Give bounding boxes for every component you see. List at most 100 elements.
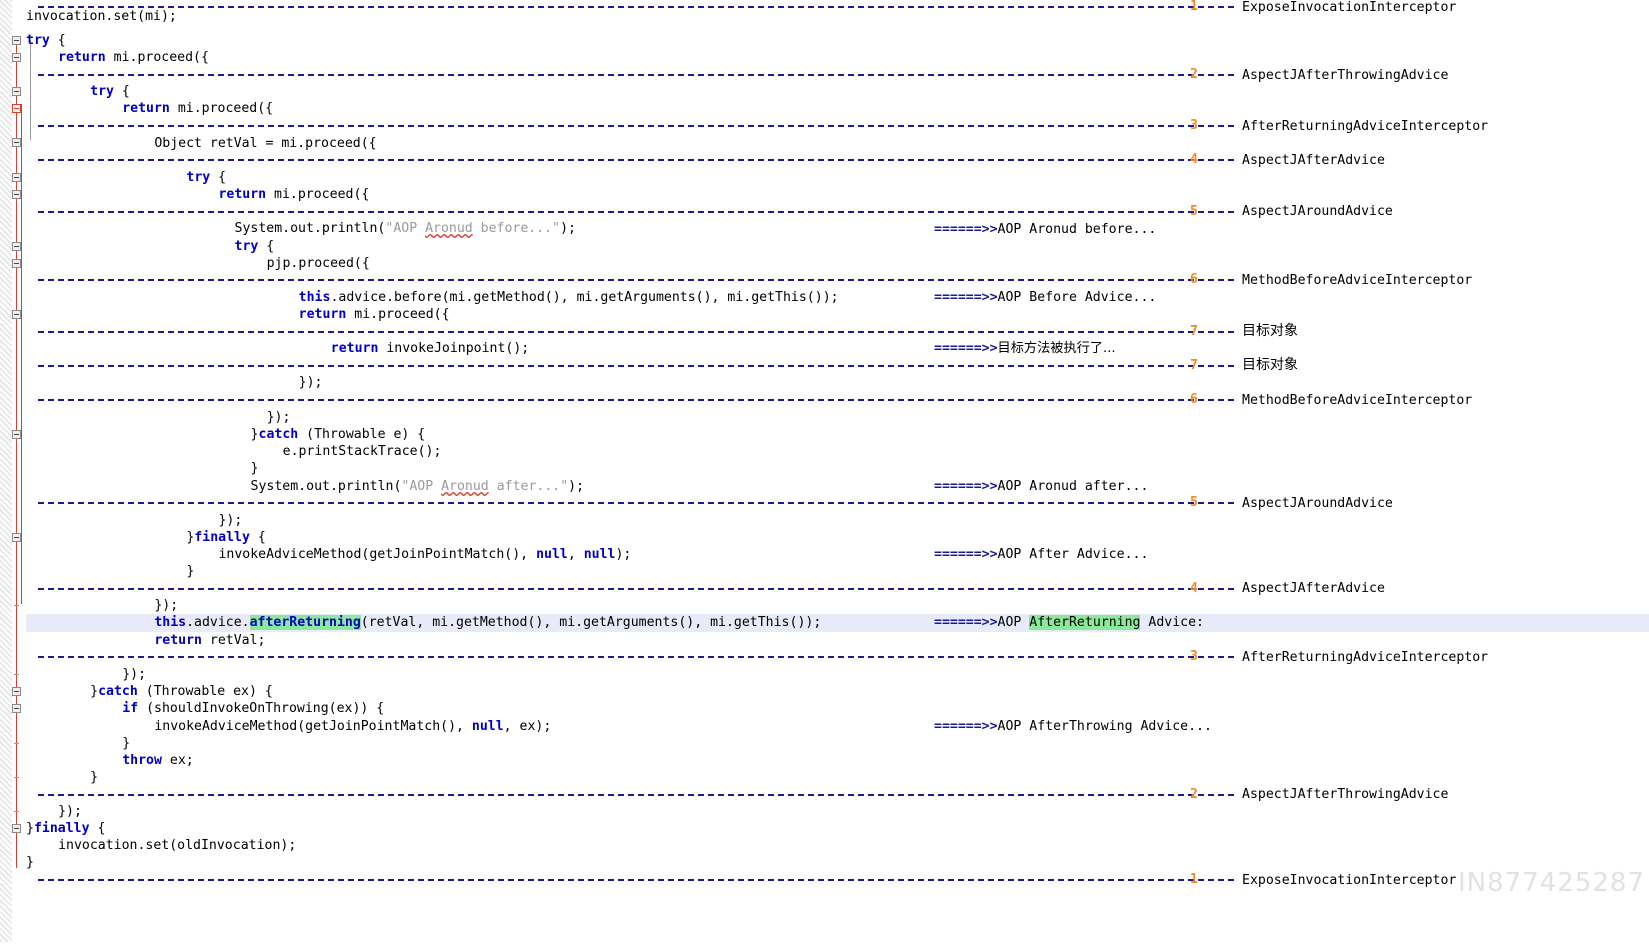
call-stack-divider <box>38 279 1234 282</box>
divider-depth-number: 4 <box>1190 152 1198 167</box>
fold-end-tick-icon <box>14 743 19 744</box>
code-line[interactable]: return mi.proceed({ <box>122 100 273 117</box>
code-folding-strip[interactable] <box>12 0 31 944</box>
code-editor[interactable]: 1 2 3 4 5 6 7 7 6 5 4 3 2 1 invocation.set(mi); try {re… <box>0 0 1649 944</box>
console-output-annotation: ======>>AOP Aronud before... <box>934 221 1156 238</box>
code-line[interactable]: }finally { <box>186 529 265 546</box>
annotation-text: AOP After Advice... <box>997 547 1149 562</box>
fold-toggle-icon[interactable] <box>12 190 21 199</box>
code-token: invocation.set(mi); <box>26 9 177 24</box>
code-line[interactable]: invokeAdviceMethod(getJoinPointMatch(), … <box>154 718 551 735</box>
code-line[interactable]: } <box>251 460 259 477</box>
code-token: try <box>90 84 114 99</box>
code-line[interactable]: }catch (Throwable ex) { <box>90 683 273 700</box>
fold-toggle-icon[interactable] <box>12 242 21 251</box>
code-line[interactable]: } <box>26 854 34 871</box>
code-line[interactable]: Object retVal = mi.proceed({ <box>154 135 376 152</box>
code-line[interactable]: return mi.proceed({ <box>218 186 369 203</box>
fold-toggle-icon[interactable] <box>12 824 21 833</box>
code-token: , <box>567 547 584 562</box>
code-line[interactable]: this.advice.afterReturning(retVal, mi.ge… <box>154 614 821 631</box>
code-line[interactable]: this.advice.before(mi.getMethod(), mi.ge… <box>299 289 839 306</box>
code-line[interactable]: } <box>90 769 98 786</box>
code-token: if <box>122 701 139 716</box>
code-token: System.out.println( <box>250 479 402 494</box>
fold-toggle-icon[interactable] <box>12 138 21 147</box>
code-line[interactable]: invocation.set(oldInvocation); <box>58 837 296 854</box>
code-line[interactable]: }); <box>58 803 82 820</box>
code-line[interactable]: if (shouldInvokeOnThrowing(ex)) { <box>122 700 384 717</box>
code-line[interactable]: return retVal; <box>154 632 265 649</box>
code-line[interactable]: }finally { <box>26 820 105 837</box>
fold-toggle-icon[interactable] <box>12 687 21 696</box>
interceptor-class-label: AspectJAfterThrowingAdvice <box>1242 787 1449 802</box>
code-line[interactable]: } <box>186 563 194 580</box>
fold-toggle-icon[interactable] <box>12 430 21 439</box>
code-surface[interactable]: 1 2 3 4 5 6 7 7 6 5 4 3 2 1 invocation.set(mi); try {re… <box>26 0 1649 944</box>
interceptor-class-label: AspectJAfterThrowingAdvice <box>1242 68 1449 83</box>
code-token: return <box>298 307 347 322</box>
annotation-text: AOP Aronud after... <box>997 479 1149 494</box>
code-line[interactable]: }); <box>154 597 178 614</box>
console-output-annotation: ======>>AOP AfterReturning Advice: <box>934 614 1204 631</box>
call-stack-divider <box>38 365 1234 368</box>
code-line[interactable]: } <box>122 735 130 752</box>
annotation-arrow-icon: ======>> <box>934 479 998 494</box>
fold-toggle-icon[interactable] <box>12 36 21 45</box>
code-token: ); <box>615 547 632 562</box>
code-token: throw <box>122 753 162 768</box>
code-line[interactable]: throw ex; <box>122 752 193 769</box>
interceptor-class-label: AfterReturningAdviceInterceptor <box>1242 119 1489 134</box>
code-token: ); <box>568 479 585 494</box>
code-line[interactable]: }); <box>267 409 291 426</box>
code-line[interactable]: return invokeJoinpoint(); <box>331 340 530 357</box>
code-token: } <box>250 427 259 442</box>
divider-depth-number: 2 <box>1190 67 1198 82</box>
code-token: invocation.set(oldInvocation); <box>58 838 297 853</box>
annotation-arrow-icon: ======>> <box>934 547 998 562</box>
code-line[interactable]: }); <box>218 512 242 529</box>
code-line[interactable]: return mi.proceed({ <box>299 306 450 323</box>
code-line[interactable]: try { <box>26 32 66 49</box>
divider-depth-number: 5 <box>1190 204 1198 219</box>
fold-toggle-icon[interactable] <box>12 104 21 113</box>
fold-toggle-icon[interactable] <box>12 53 21 62</box>
fold-toggle-icon[interactable] <box>12 173 21 182</box>
fold-toggle-icon[interactable] <box>12 87 21 96</box>
code-line[interactable]: System.out.println("AOP Aronud after..."… <box>251 478 585 495</box>
code-line[interactable]: System.out.println("AOP Aronud before...… <box>235 220 576 237</box>
fold-toggle-icon[interactable] <box>12 533 21 542</box>
interceptor-class-label: MethodBeforeAdviceInterceptor <box>1242 273 1473 288</box>
divider-depth-number: 4 <box>1190 581 1198 596</box>
code-line[interactable]: e.printStackTrace(); <box>283 443 442 460</box>
code-line[interactable]: return mi.proceed({ <box>58 49 209 66</box>
fold-toggle-icon[interactable] <box>12 310 21 319</box>
code-line[interactable]: try { <box>235 238 275 255</box>
annotation-arrow-icon: ======>> <box>934 290 998 305</box>
interceptor-class-label: AspectJAroundAdvice <box>1242 496 1393 511</box>
code-token: try <box>186 170 211 185</box>
fold-toggle-icon[interactable] <box>12 704 21 713</box>
code-token: catch <box>98 684 138 699</box>
interceptor-class-label: 目标对象 <box>1242 323 1298 339</box>
code-line[interactable]: pjp.proceed({ <box>267 255 370 272</box>
code-token: Object retVal = mi.proceed({ <box>154 136 377 151</box>
console-output-annotation: ======>>目标方法被执行了... <box>934 340 1116 357</box>
interceptor-class-label: AspectJAroundAdvice <box>1242 204 1393 219</box>
code-line[interactable]: invocation.set(mi); <box>26 8 177 25</box>
code-line[interactable]: }); <box>122 666 146 683</box>
call-stack-divider <box>38 74 1234 77</box>
divider-depth-number: 7 <box>1190 324 1198 339</box>
annotation-text: AOP AfterThrowing Advice... <box>997 719 1212 734</box>
code-line[interactable]: try { <box>186 169 226 186</box>
code-line[interactable]: try { <box>90 83 130 100</box>
code-line[interactable]: }); <box>299 374 323 391</box>
annotation-arrow-icon: ======>> <box>934 341 998 356</box>
code-token: return <box>330 341 379 356</box>
call-stack-divider <box>38 331 1234 334</box>
divider-depth-number: 3 <box>1190 649 1198 664</box>
code-line[interactable]: invokeAdviceMethod(getJoinPointMatch(), … <box>218 546 631 563</box>
fold-toggle-icon[interactable] <box>12 259 21 268</box>
code-token: invokeJoinpoint(); <box>378 341 530 356</box>
code-line[interactable]: }catch (Throwable e) { <box>251 426 426 443</box>
